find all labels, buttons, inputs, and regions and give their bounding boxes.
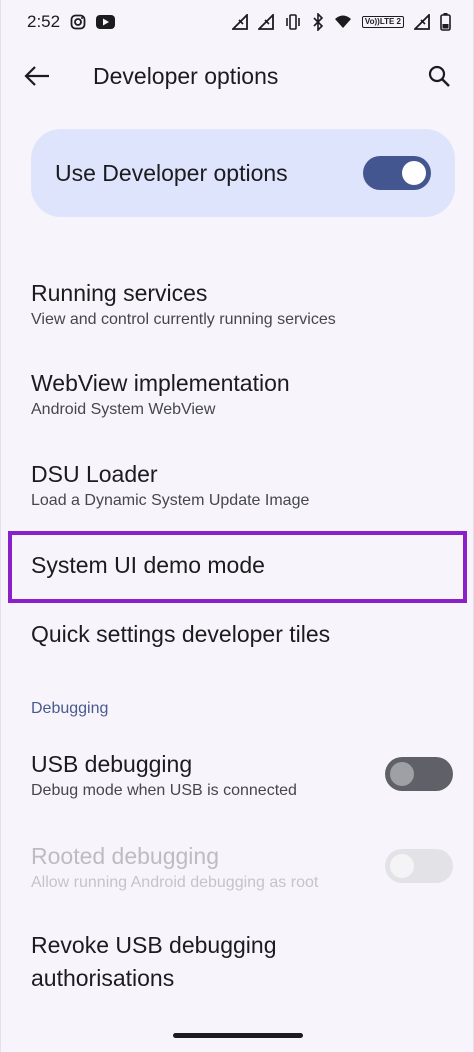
search-icon bbox=[428, 65, 450, 92]
wifi-icon bbox=[334, 15, 352, 29]
youtube-icon bbox=[96, 15, 116, 29]
item-title: DSU Loader bbox=[31, 461, 158, 487]
item-title: Quick settings developer tiles bbox=[31, 621, 331, 647]
status-time: 2:52 bbox=[27, 12, 61, 31]
item-title-line2: authorisations bbox=[31, 965, 175, 991]
list-item-quick-settings-tiles[interactable]: Quick settings developer tiles bbox=[31, 621, 453, 648]
gesture-nav-handle[interactable] bbox=[173, 1033, 303, 1038]
toggle-knob bbox=[402, 161, 426, 185]
arrow-back-icon bbox=[24, 65, 50, 92]
signal-icon bbox=[257, 14, 274, 30]
status-bar: 2:52 Vo)) LTE 2 bbox=[1, 0, 473, 44]
status-right: Vo)) LTE 2 bbox=[231, 13, 451, 31]
rooted-debugging-toggle bbox=[385, 849, 453, 883]
toggle-knob bbox=[390, 762, 414, 786]
battery-icon bbox=[440, 13, 451, 31]
use-developer-options-toggle[interactable] bbox=[363, 156, 431, 190]
list-item-revoke-usb-authorisations[interactable]: Revoke USB debugging authorisations bbox=[31, 932, 453, 992]
item-title: WebView implementation bbox=[31, 370, 290, 396]
section-header-debugging: Debugging bbox=[31, 700, 109, 717]
list-item-usb-debugging[interactable]: USB debugging Debug mode when USB is con… bbox=[31, 751, 453, 800]
bluetooth-icon bbox=[312, 13, 324, 31]
list-item-dsu-loader[interactable]: DSU Loader Load a Dynamic System Update … bbox=[31, 461, 453, 510]
instagram-icon bbox=[70, 14, 86, 30]
item-subtitle: View and control currently running servi… bbox=[31, 311, 336, 328]
app-bar: Developer options bbox=[1, 52, 473, 104]
usb-debugging-toggle[interactable] bbox=[385, 757, 453, 791]
item-title: System UI demo mode bbox=[31, 552, 265, 578]
list-item-system-ui-demo-mode[interactable]: System UI demo mode bbox=[31, 552, 453, 579]
page-title: Developer options bbox=[93, 63, 279, 89]
back-button[interactable] bbox=[21, 62, 53, 94]
list-item-running-services[interactable]: Running services View and control curren… bbox=[31, 280, 453, 329]
list-item-webview-implementation[interactable]: WebView implementation Android System We… bbox=[31, 370, 453, 419]
toggle-knob bbox=[390, 854, 414, 878]
status-left: 2:52 bbox=[27, 12, 116, 32]
item-title-line1: Revoke USB debugging bbox=[31, 932, 277, 958]
item-subtitle: Android System WebView bbox=[31, 401, 216, 418]
vibrate-icon bbox=[284, 14, 302, 30]
item-title: Running services bbox=[31, 280, 208, 306]
signal-icon bbox=[414, 14, 430, 30]
volte-icon: Vo)) LTE 2 bbox=[361, 16, 404, 28]
use-developer-options-label: Use Developer options bbox=[55, 159, 288, 186]
search-button[interactable] bbox=[423, 62, 455, 94]
item-subtitle: Load a Dynamic System Update Image bbox=[31, 492, 310, 509]
signal-icon bbox=[231, 14, 248, 30]
use-developer-options-card[interactable]: Use Developer options bbox=[31, 129, 455, 217]
list-item-rooted-debugging: Rooted debugging Allow running Android d… bbox=[31, 843, 453, 892]
